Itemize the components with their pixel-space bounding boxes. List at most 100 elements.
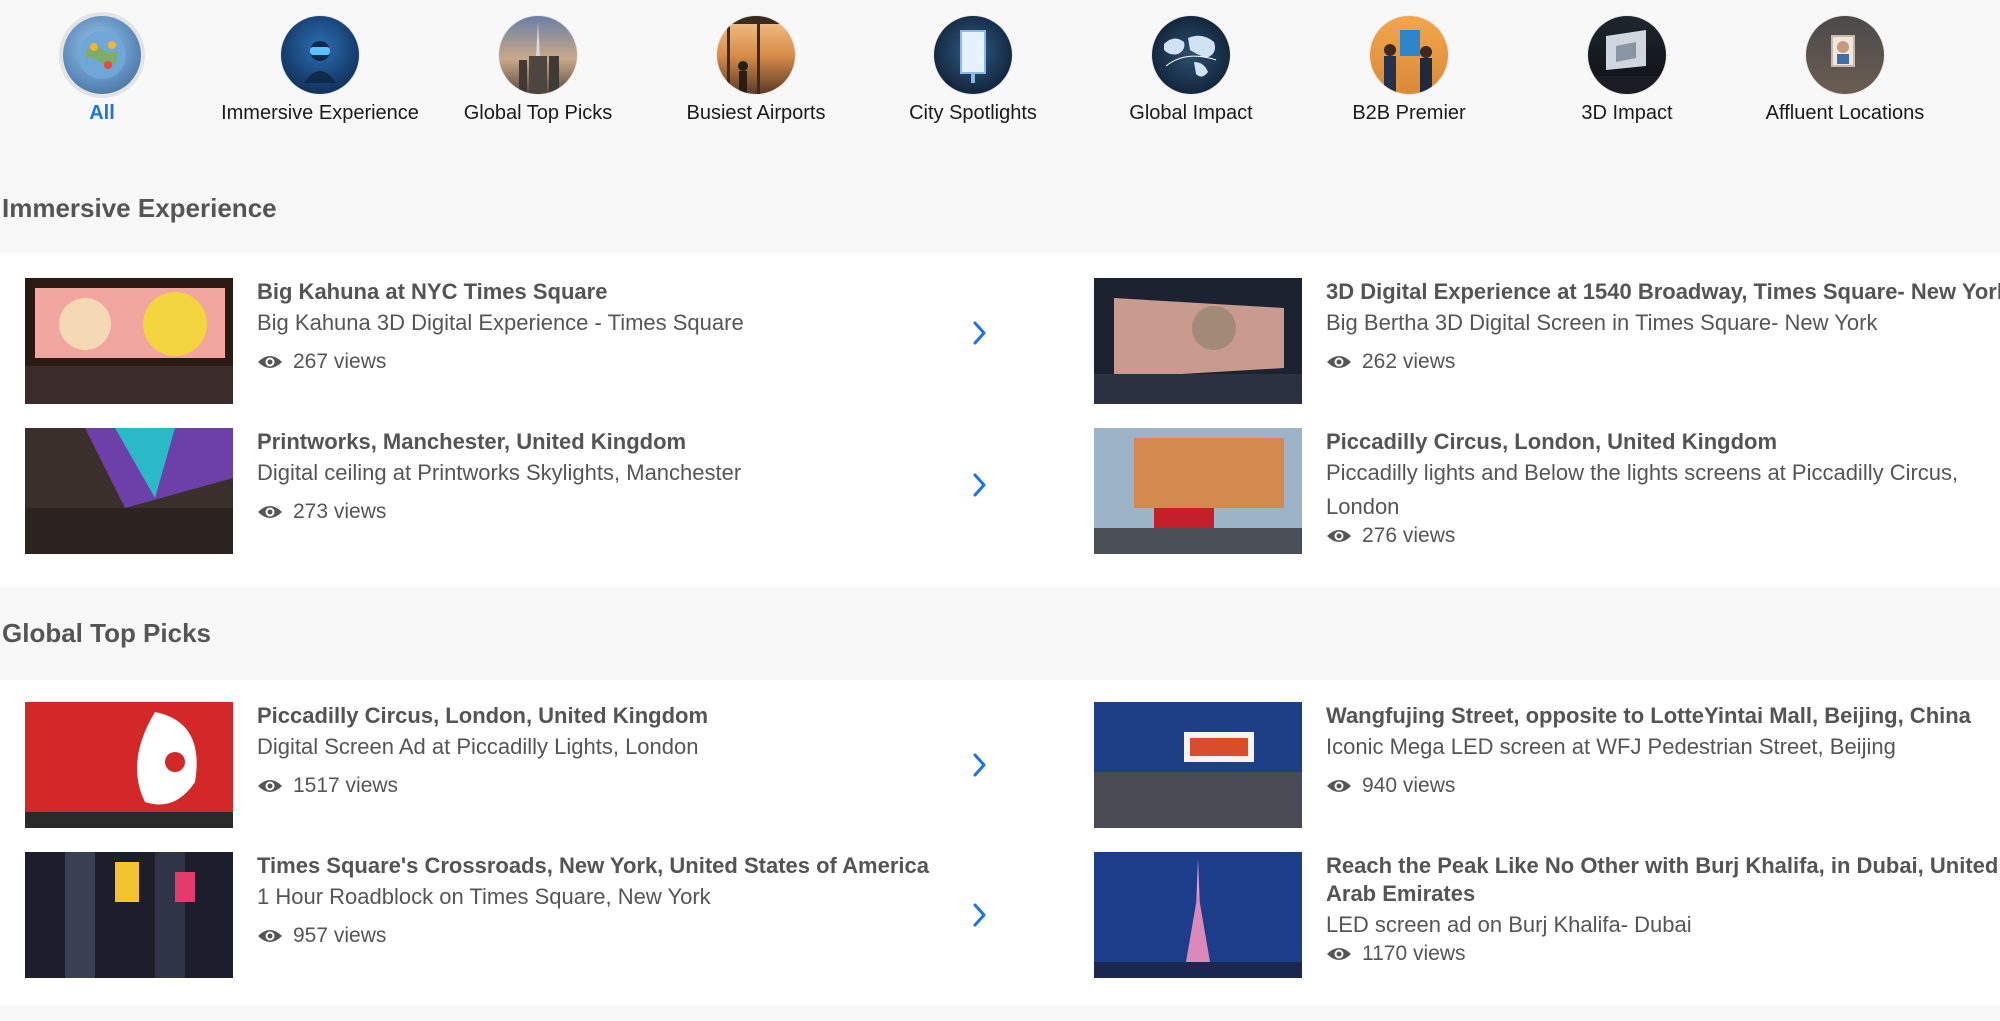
views-count: 1517 views bbox=[293, 774, 399, 797]
chevron-right-icon[interactable] bbox=[972, 472, 988, 498]
views-count: 262 views bbox=[1362, 350, 1456, 373]
category-label: All bbox=[89, 102, 115, 124]
card-views: 267 views bbox=[257, 350, 957, 374]
views-count: 940 views bbox=[1362, 774, 1456, 797]
eye-icon bbox=[1327, 948, 1351, 960]
eye-icon bbox=[258, 506, 282, 518]
card-image bbox=[1094, 702, 1302, 828]
card-text: Printworks, Manchester, United Kingdom D… bbox=[257, 428, 957, 524]
card-views: 262 views bbox=[1326, 350, 2000, 374]
card-piccadilly-lights[interactable]: Piccadilly Circus, London, United Kingdo… bbox=[1069, 428, 2000, 558]
section-panel-global-top-picks: Piccadilly Circus, London, United Kingdo… bbox=[0, 680, 2000, 1005]
card-image bbox=[1094, 278, 1302, 404]
card-title: Piccadilly Circus, London, United Kingdo… bbox=[257, 703, 709, 728]
billboard-icon bbox=[934, 16, 1012, 94]
category-global-impact[interactable]: Global Impact bbox=[1091, 16, 1291, 125]
views-count: 267 views bbox=[293, 350, 387, 373]
card-printworks[interactable]: Printworks, Manchester, United Kingdom D… bbox=[0, 428, 1000, 558]
card-title: Times Square's Crossroads, New York, Uni… bbox=[257, 853, 929, 878]
eye-icon bbox=[1327, 356, 1351, 368]
card-image bbox=[1094, 428, 1302, 554]
card-title: Printworks, Manchester, United Kingdom bbox=[257, 429, 687, 454]
world-map-icon bbox=[1152, 16, 1230, 94]
category-b2b-premier[interactable]: B2B Premier bbox=[1309, 16, 1509, 125]
card-title: Big Kahuna at NYC Times Square bbox=[257, 279, 608, 304]
card-burj-khalifa[interactable]: Reach the Peak Like No Other with Burj K… bbox=[1069, 852, 2000, 982]
views-count: 1170 views bbox=[1362, 942, 1466, 965]
card-subtitle: 1 Hour Roadblock on Times Square, New Yo… bbox=[257, 884, 711, 909]
card-wangfujing[interactable]: Wangfujing Street, opposite to LotteYint… bbox=[1069, 702, 2000, 832]
category-label: City Spotlights bbox=[909, 102, 1037, 124]
category-affluent-locations[interactable]: Affluent Locations bbox=[1745, 16, 1945, 125]
card-title: Wangfujing Street, opposite to LotteYint… bbox=[1326, 703, 1971, 728]
card-subtitle: Digital ceiling at Printworks Skylights,… bbox=[257, 460, 742, 485]
card-subtitle: Iconic Mega LED screen at WFJ Pedestrian… bbox=[1326, 734, 1896, 759]
card-subtitle: Big Bertha 3D Digital Screen in Times Sq… bbox=[1326, 310, 1878, 335]
3d-screen-icon bbox=[1588, 16, 1666, 94]
section-title-global-top-picks: Global Top Picks bbox=[2, 618, 212, 648]
views-count: 957 views bbox=[293, 924, 387, 947]
category-label: 3D Impact bbox=[1581, 102, 1673, 124]
category-label: Busiest Airports bbox=[686, 102, 826, 124]
people-screen-icon bbox=[1370, 16, 1448, 94]
card-subtitle: Piccadilly lights and Below the lights s… bbox=[1326, 460, 1959, 519]
card-text: Piccadilly Circus, London, United Kingdo… bbox=[257, 702, 957, 798]
card-big-kahuna[interactable]: Big Kahuna at NYC Times Square Big Kahun… bbox=[0, 278, 1000, 408]
category-label: B2B Premier bbox=[1352, 102, 1466, 124]
skyline-icon bbox=[499, 16, 577, 94]
card-title: 3D Digital Experience at 1540 Broadway, … bbox=[1326, 279, 2000, 304]
card-views: 1517 views bbox=[257, 774, 957, 798]
card-subtitle: Digital Screen Ad at Piccadilly Lights, … bbox=[257, 734, 699, 759]
card-big-bertha[interactable]: 3D Digital Experience at 1540 Broadway, … bbox=[1069, 278, 2000, 408]
card-text: Times Square's Crossroads, New York, Uni… bbox=[257, 852, 957, 948]
card-subtitle: Big Kahuna 3D Digital Experience - Times… bbox=[257, 310, 744, 335]
views-count: 276 views bbox=[1362, 524, 1456, 547]
card-subtitle: LED screen ad on Burj Khalifa- Dubai bbox=[1326, 912, 1692, 937]
eye-icon bbox=[258, 780, 282, 792]
category-city-spotlights[interactable]: City Spotlights bbox=[873, 16, 1073, 125]
card-image bbox=[1094, 852, 1302, 978]
card-views: 1170 views bbox=[1326, 942, 2000, 966]
card-image bbox=[25, 852, 233, 978]
card-image bbox=[25, 702, 233, 828]
card-views: 276 views bbox=[1326, 524, 1976, 548]
category-all[interactable]: All bbox=[2, 16, 202, 125]
section-panel-immersive-experience: Big Kahuna at NYC Times Square Big Kahun… bbox=[0, 254, 2000, 586]
eye-icon bbox=[258, 930, 282, 942]
card-piccadilly-screen-ad[interactable]: Piccadilly Circus, London, United Kingdo… bbox=[0, 702, 1000, 832]
category-3d-impact[interactable]: 3D Impact bbox=[1527, 16, 1727, 125]
card-image bbox=[25, 428, 233, 554]
page: All Immersive Experience Global Top Pick… bbox=[0, 0, 2000, 1021]
category-label: Global Top Picks bbox=[463, 102, 613, 124]
tower-screen-icon bbox=[1806, 16, 1884, 94]
category-strip: All Immersive Experience Global Top Pick… bbox=[0, 0, 2000, 140]
section-title-immersive-experience: Immersive Experience bbox=[2, 193, 277, 223]
card-text: Reach the Peak Like No Other with Burj K… bbox=[1326, 852, 2000, 966]
card-title: Piccadilly Circus, London, United Kingdo… bbox=[1326, 429, 1778, 454]
globe-pins-icon bbox=[63, 16, 141, 94]
card-text: Piccadilly Circus, London, United Kingdo… bbox=[1326, 428, 1976, 548]
eye-icon bbox=[1327, 530, 1351, 542]
card-text: Wangfujing Street, opposite to LotteYint… bbox=[1326, 702, 2000, 798]
chevron-right-icon[interactable] bbox=[972, 320, 988, 346]
card-text: Big Kahuna at NYC Times Square Big Kahun… bbox=[257, 278, 957, 374]
category-busiest-airports[interactable]: Busiest Airports bbox=[656, 16, 856, 125]
card-views: 940 views bbox=[1326, 774, 2000, 798]
card-text: 3D Digital Experience at 1540 Broadway, … bbox=[1326, 278, 2000, 374]
category-immersive-experience[interactable]: Immersive Experience bbox=[220, 16, 420, 125]
vr-headset-icon bbox=[281, 16, 359, 94]
card-image bbox=[25, 278, 233, 404]
card-title: Reach the Peak Like No Other with Burj K… bbox=[1326, 853, 1999, 906]
eye-icon bbox=[258, 356, 282, 368]
chevron-right-icon[interactable] bbox=[972, 902, 988, 928]
card-times-square-crossroads[interactable]: Times Square's Crossroads, New York, Uni… bbox=[0, 852, 1000, 982]
category-label: Affluent Locations bbox=[1765, 102, 1925, 124]
category-label: Immersive Experience bbox=[221, 102, 419, 124]
chevron-right-icon[interactable] bbox=[972, 752, 988, 778]
category-global-top-picks[interactable]: Global Top Picks bbox=[438, 16, 638, 125]
card-views: 273 views bbox=[257, 500, 957, 524]
category-label: Global Impact bbox=[1129, 102, 1253, 124]
views-count: 273 views bbox=[293, 500, 387, 523]
airport-icon bbox=[717, 16, 795, 94]
eye-icon bbox=[1327, 780, 1351, 792]
